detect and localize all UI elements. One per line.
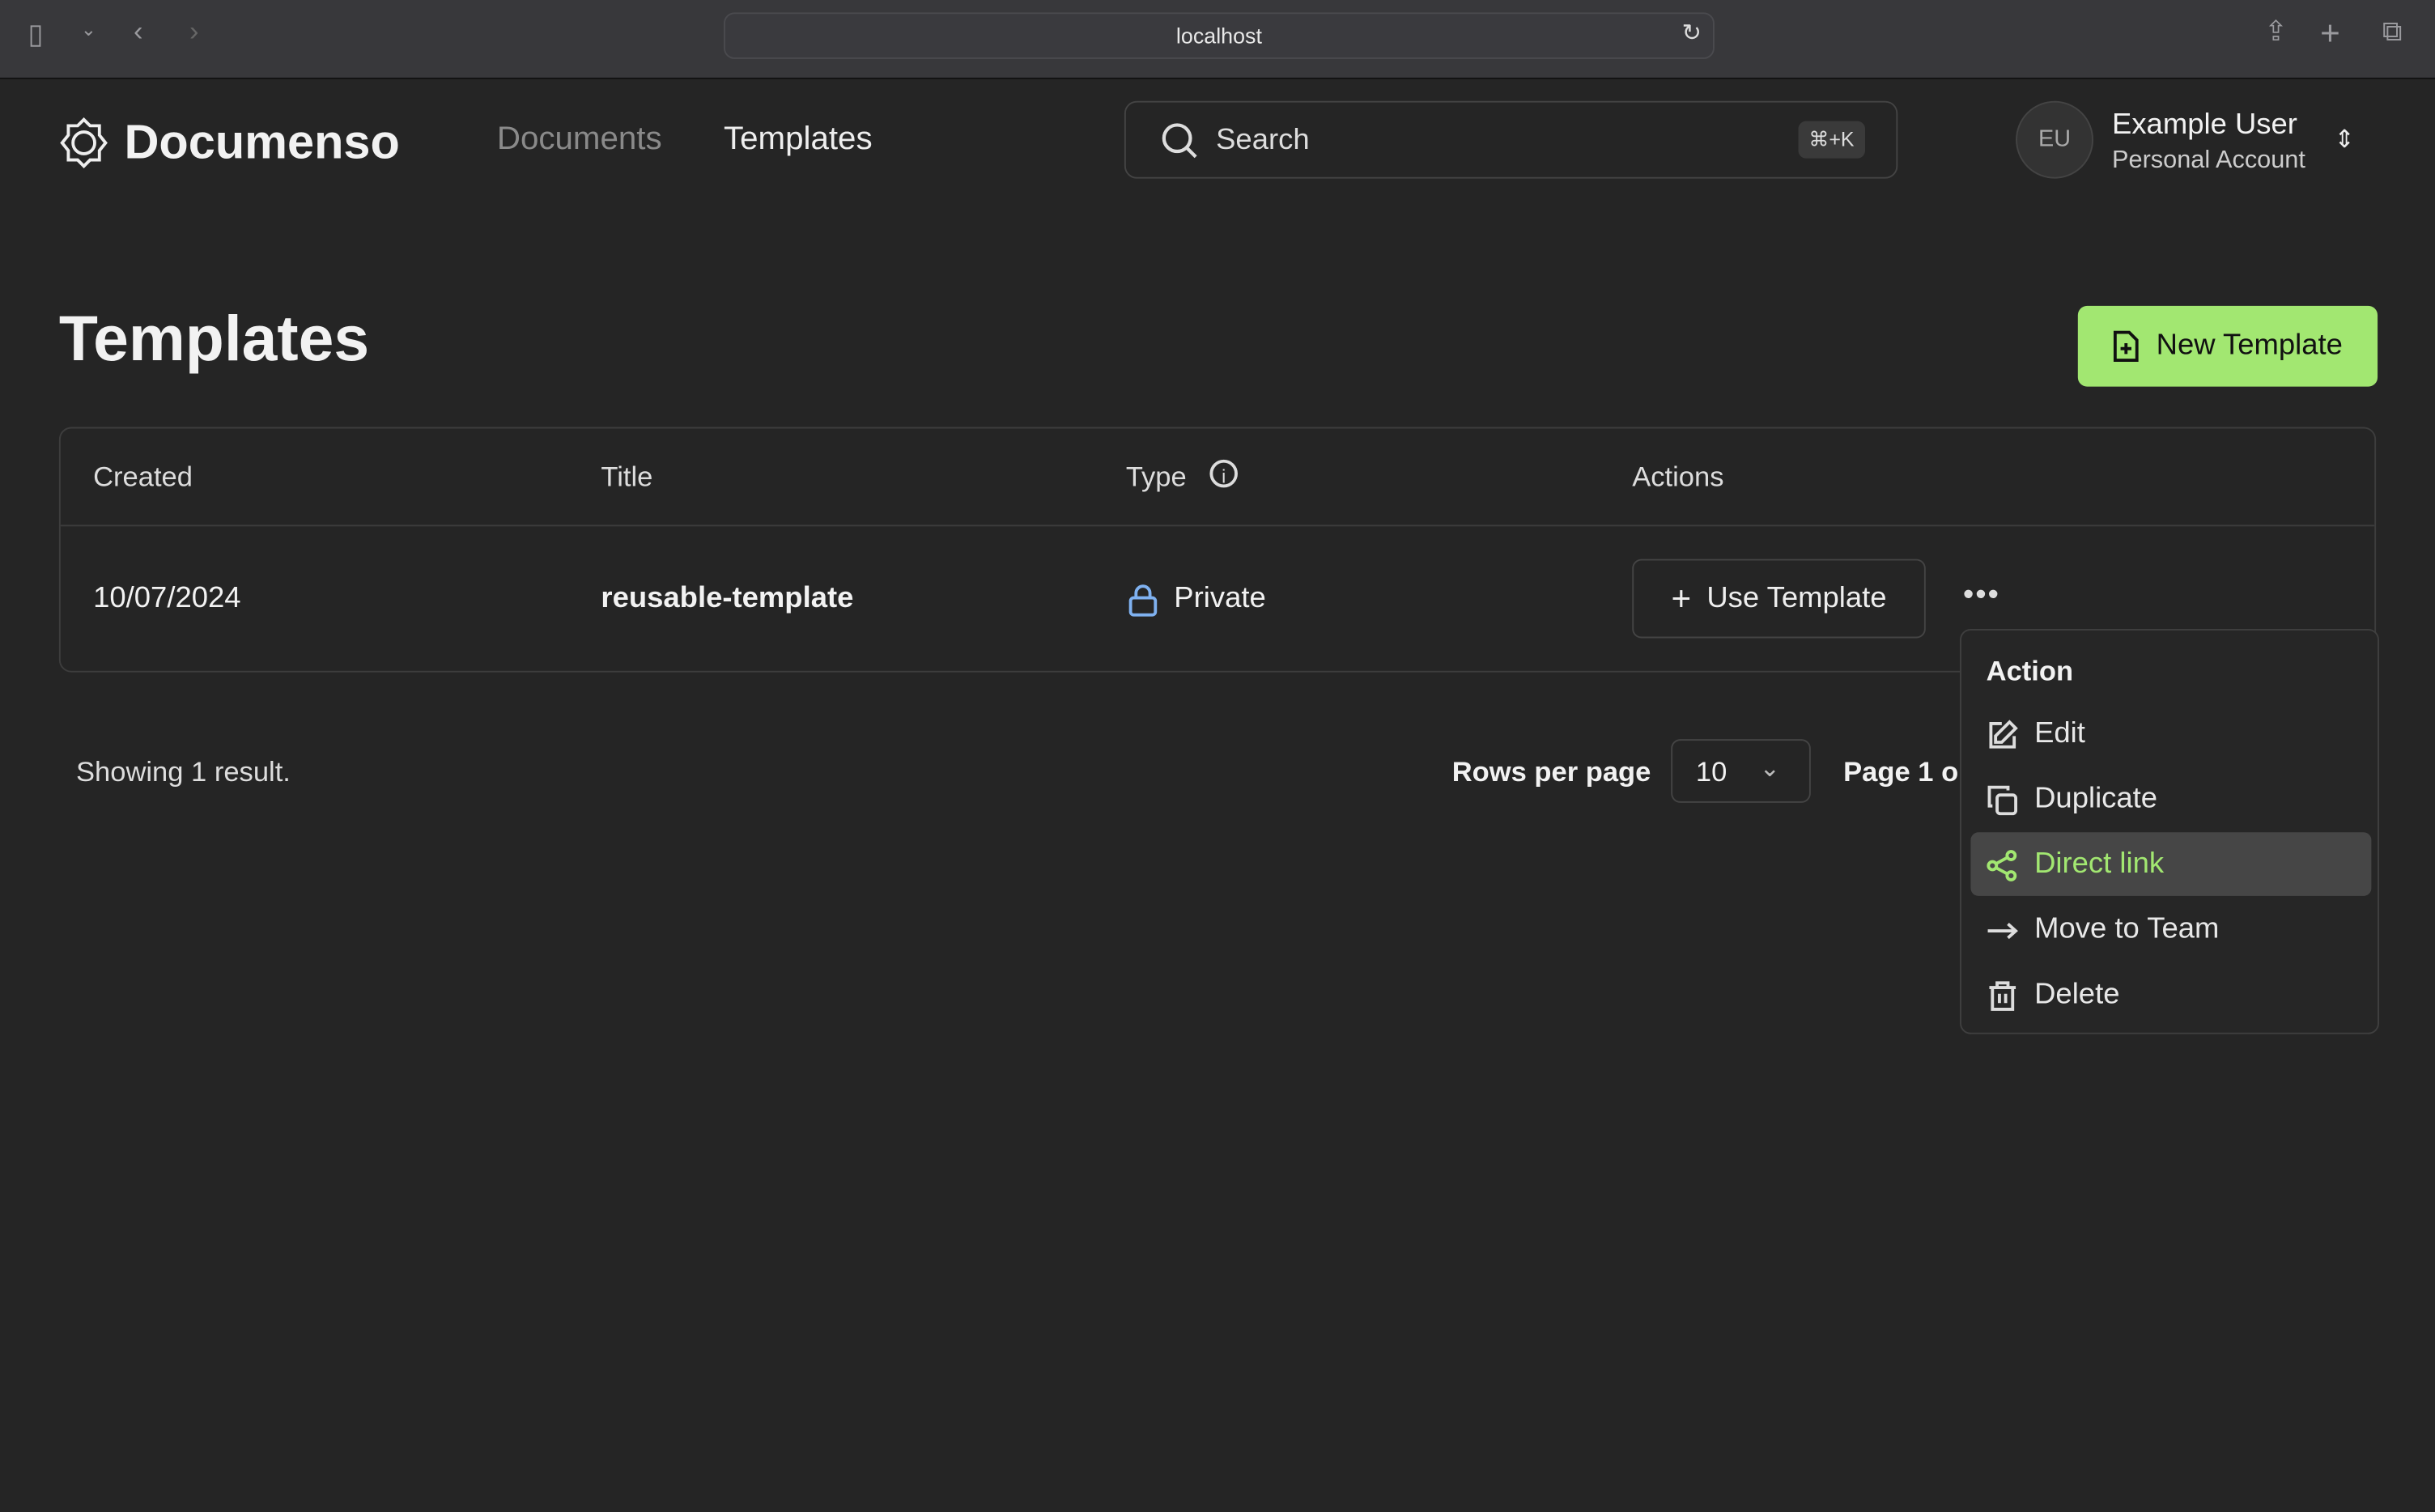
menu-item-direct-link[interactable]: Direct link — [1987, 847, 2164, 881]
search-icon — [1162, 123, 1197, 159]
menu-item-label: Duplicate — [2034, 782, 2158, 816]
column-title[interactable]: Title — [601, 461, 652, 494]
tabs-overview-icon[interactable]: ⧉ — [2382, 15, 2403, 48]
back-icon[interactable]: ‹ — [134, 15, 143, 48]
rows-per-page-label: Rows per page — [1451, 756, 1651, 788]
cell-type: Private — [1174, 582, 1266, 615]
results-count: Showing 1 result. — [76, 756, 291, 788]
trash-icon — [1989, 980, 2016, 1010]
divider — [60, 525, 2375, 527]
share-icon — [1987, 849, 2017, 881]
user-name[interactable]: Example User — [2112, 108, 2297, 142]
menu-item-label: Direct link — [2034, 847, 2165, 881]
plus-icon: + — [1671, 578, 1692, 618]
edit-icon — [1989, 719, 2018, 748]
lock-icon — [1128, 584, 1158, 617]
account-name[interactable]: Personal Account — [2112, 147, 2305, 176]
brand-name: Documenso — [124, 114, 400, 170]
page-indicator: Page 1 o — [1843, 756, 1959, 788]
chevrons-up-down-icon[interactable]: ⇕ — [2334, 124, 2355, 155]
nav-templates[interactable]: Templates — [724, 121, 873, 159]
search-input[interactable]: Search ⌘+K — [1124, 100, 1898, 179]
copy-icon — [1987, 784, 2018, 815]
column-type[interactable]: Type — [1126, 461, 1187, 494]
browser-toolbar: ▯ ⌄ ‹ › localhost ↻ ⇪ + ⧉ — [0, 0, 2435, 79]
menu-item-label: Edit — [2034, 717, 2085, 750]
logo-icon — [60, 117, 108, 168]
app: ▯ ⌄ ‹ › localhost ↻ ⇪ + ⧉ Documenso Docu… — [0, 0, 2435, 1512]
column-created[interactable]: Created — [93, 461, 193, 494]
use-template-button[interactable]: + Use Template — [1632, 559, 1926, 639]
menu-item-label: Delete — [2034, 978, 2120, 1011]
menu-item-duplicate[interactable]: Duplicate — [1987, 783, 2157, 817]
page-title: Templates — [58, 303, 370, 375]
search-shortcut: ⌘+K — [1797, 121, 1865, 159]
nav-documents[interactable]: Documents — [497, 121, 662, 159]
brand-logo[interactable]: Documenso — [59, 115, 400, 171]
menu-item-label: Move to Team — [2034, 913, 2220, 946]
share-icon[interactable]: ⇪ — [2264, 15, 2288, 48]
column-actions: Actions — [1632, 461, 1724, 493]
rows-per-page-value: 10 — [1695, 756, 1727, 788]
arrow-right-icon — [1987, 922, 2018, 939]
use-template-label: Use Template — [1706, 581, 1887, 614]
menu-heading: Action — [1986, 655, 2074, 686]
info-icon[interactable]: i — [1209, 459, 1238, 488]
sidebar-toggle-icon[interactable]: ▯ — [28, 19, 44, 51]
address-bar[interactable]: localhost — [723, 12, 1715, 59]
more-options-icon[interactable]: ••• — [1963, 578, 2000, 614]
forward-icon[interactable]: › — [189, 15, 199, 48]
menu-item-delete[interactable]: Delete — [1987, 978, 2120, 1013]
new-template-label: New Template — [2156, 329, 2343, 362]
new-template-button[interactable]: New Template — [2077, 305, 2378, 387]
menu-item-move-to-team[interactable]: Move to Team — [1987, 913, 2220, 947]
chevron-down-icon[interactable]: ⌄ — [81, 19, 96, 40]
reload-icon[interactable]: ↻ — [1682, 19, 1702, 47]
cell-created: 10/07/2024 — [93, 582, 241, 615]
search-placeholder: Search — [1216, 124, 1310, 157]
avatar[interactable]: EU — [2016, 100, 2094, 179]
action-dropdown-menu: Action Edit Duplicate Direct link Move t… — [1960, 628, 2379, 1034]
new-tab-icon[interactable]: + — [2320, 14, 2340, 54]
file-plus-icon — [2114, 330, 2140, 362]
rows-per-page-select[interactable]: 10 ⌄ — [1671, 739, 1811, 803]
cell-title[interactable]: reusable-template — [601, 582, 853, 616]
chevron-down-icon: ⌄ — [1759, 756, 1781, 783]
menu-item-edit[interactable]: Edit — [1987, 717, 2085, 751]
